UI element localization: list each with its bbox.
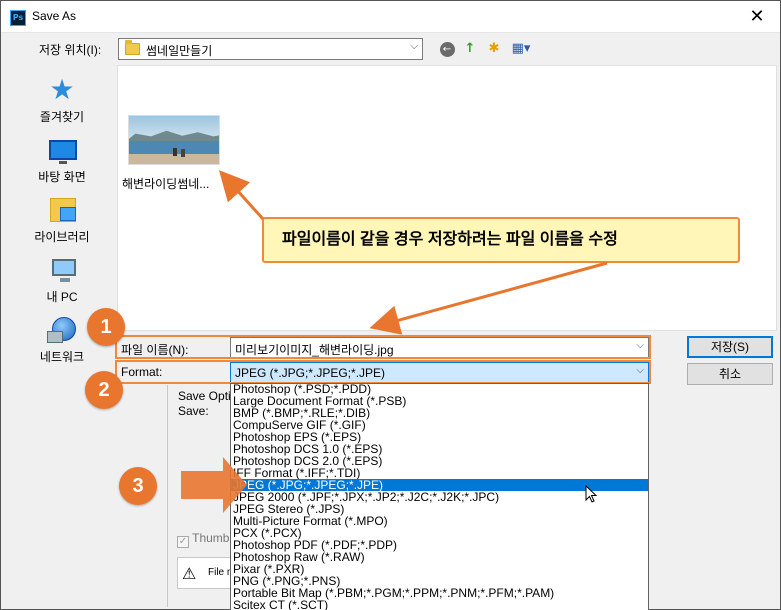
back-arrow-icon: ← (439, 42, 455, 57)
place-desktop[interactable]: 바탕 화면 (11, 136, 113, 190)
pc-icon (52, 259, 76, 282)
save-location-combo[interactable]: 썸네일만들기 ⌵ (118, 38, 423, 60)
save-options-save-label: Save: (178, 404, 209, 418)
step-badge-3: 3 (119, 467, 157, 505)
warning-text: File n (208, 567, 233, 578)
pc-icon-wrap (47, 256, 77, 286)
place-label: 내 PC (46, 290, 78, 304)
format-option[interactable]: Scitex CT (*.SCT) (231, 599, 648, 610)
mouse-cursor-icon (585, 485, 597, 503)
warning-icon: ⚠ (182, 564, 197, 583)
network-icon-wrap (47, 316, 77, 346)
file-name-label[interactable]: 해변라이딩썸네... (122, 175, 224, 192)
star-icon: ★ (49, 73, 75, 106)
desktop-icon (49, 140, 77, 164)
thumbnail-checkbox[interactable]: ✓ Thumb (177, 531, 229, 548)
back-button[interactable]: ← (437, 39, 457, 59)
warning-box: ⚠ File n (177, 557, 237, 589)
up-folder-button[interactable]: ↑ (460, 39, 480, 59)
network-icon (47, 317, 76, 343)
place-favorites[interactable]: ★ 즐겨찾기 (11, 76, 113, 130)
step-badge-1: 1 (87, 308, 125, 346)
file-list-area[interactable]: 해변라이딩썸네... (117, 65, 777, 331)
close-icon[interactable]: ✕ (744, 5, 770, 29)
new-folder-button[interactable]: ✱ (484, 39, 504, 59)
window-title: Save As (32, 9, 77, 23)
library-icon-wrap (47, 196, 77, 226)
step-badge-2: 2 (85, 371, 123, 409)
annotation-callout: 파일이름이 같을 경우 저장하려는 파일 이름을 수정 (262, 217, 740, 263)
save-as-dialog: Ps Save As ✕ 저장 위치(I): 썸네일만들기 ⌵ ← ↑ ✱ ▦▾… (0, 0, 781, 610)
chevron-down-icon: ⌵ (410, 41, 418, 52)
thumb-people (173, 148, 177, 156)
place-libraries[interactable]: 라이브러리 (11, 196, 113, 250)
thumbnail-checkbox-label: Thumb (192, 531, 230, 545)
file-thumbnail[interactable] (128, 115, 220, 165)
place-label: 즐겨찾기 (39, 110, 85, 124)
save-location-value: 썸네일만들기 (146, 44, 213, 58)
save-options-title: Save Opti (178, 389, 231, 403)
desktop-icon-wrap (47, 136, 77, 166)
place-label: 라이브러리 (34, 230, 90, 244)
filename-highlight (115, 335, 651, 359)
place-this-pc[interactable]: 내 PC (11, 256, 113, 310)
save-button[interactable]: 저장(S) (687, 336, 773, 358)
format-highlight (115, 360, 651, 384)
library-icon (50, 198, 76, 222)
folder-icon (125, 40, 140, 55)
title-bar: Ps Save As ✕ (1, 1, 780, 33)
cancel-button[interactable]: 취소 (687, 363, 773, 385)
view-menu-button[interactable]: ▦▾ (507, 39, 535, 59)
place-label: 바탕 화면 (38, 170, 86, 184)
place-label: 네트워크 (39, 350, 85, 364)
photoshop-app-icon: Ps (10, 10, 26, 26)
save-location-label: 저장 위치(I): (39, 43, 102, 57)
checkbox-box: ✓ (177, 536, 189, 548)
